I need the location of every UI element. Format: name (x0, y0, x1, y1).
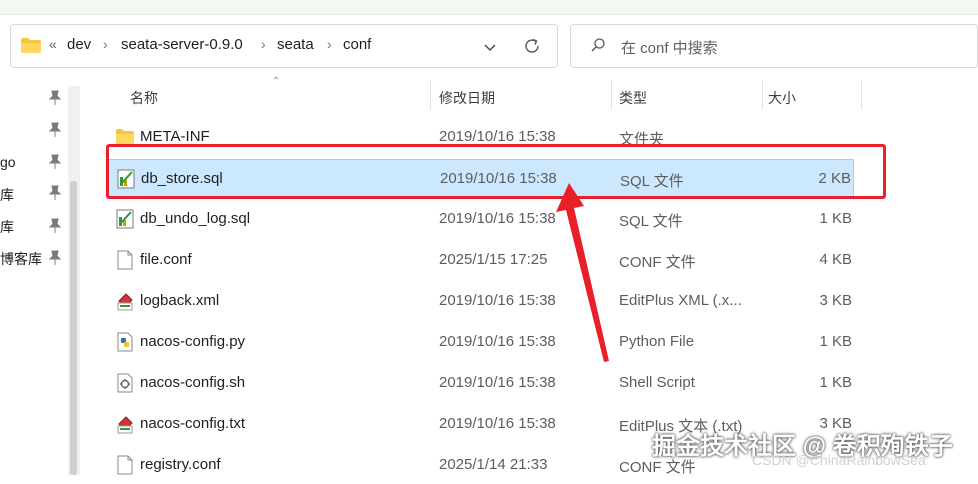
file-name: logback.xml (140, 292, 220, 309)
column-header-name-label: 名称 (130, 90, 158, 106)
column-header-date-label: 修改日期 (439, 90, 495, 106)
file-date: 2019/10/16 15:38 (439, 210, 556, 227)
file-date: 2019/10/16 15:38 (439, 292, 556, 309)
nav-item[interactable]: 库 (0, 217, 14, 237)
file-date: 2019/10/16 15:38 (439, 333, 556, 350)
file-row[interactable]: logback.xml 2019/10/16 15:38 EditPlus XML … (108, 282, 854, 320)
file-name: file.conf (140, 251, 192, 268)
folder-icon (21, 38, 41, 53)
file-row[interactable]: nacos-config.py 2019/10/16 15:38 Python Fi… (108, 323, 854, 361)
chevron-down-icon[interactable] (483, 41, 497, 55)
file-type: Python File (619, 333, 695, 350)
breadcrumb-separator-icon[interactable]: › (327, 36, 332, 52)
search-input[interactable]: 在 conf 中搜索 (621, 37, 718, 58)
pin-icon[interactable] (48, 154, 62, 170)
breadcrumb-conf[interactable]: conf (343, 36, 371, 53)
file-size: 1 KB (819, 333, 852, 350)
shell-file-icon (116, 373, 134, 393)
nav-item[interactable]: 博客库 (0, 249, 42, 269)
file-name: nacos-config.py (140, 333, 246, 350)
watermark-subtext: CSDN @ChinaRainbowSea (752, 452, 926, 468)
file-type: Shell Script (619, 374, 695, 391)
breadcrumb-overflow[interactable]: « (49, 36, 57, 52)
pin-icon[interactable] (48, 218, 62, 234)
refresh-icon[interactable] (523, 37, 541, 55)
pin-icon[interactable] (48, 250, 62, 266)
file-name: META-INF (140, 128, 210, 145)
sql-file-icon (116, 209, 134, 229)
file-date: 2025/1/14 21:33 (439, 456, 548, 473)
python-file-icon (116, 332, 134, 352)
file-date: 2019/10/16 15:38 (439, 128, 556, 145)
window-top-strip (0, 0, 978, 15)
file-size: 3 KB (819, 292, 852, 309)
editplus-file-icon (116, 291, 134, 311)
breadcrumb-dev[interactable]: dev (67, 36, 91, 53)
file-date: 2025/1/15 17:25 (439, 251, 548, 268)
file-type: SQL 文件 (619, 213, 683, 230)
pin-icon[interactable] (48, 185, 62, 201)
blank-file-icon (116, 455, 134, 475)
file-name: registry.conf (140, 456, 221, 473)
breadcrumb-seata[interactable]: seata (277, 36, 314, 53)
column-header-date[interactable]: 修改日期 (431, 80, 611, 110)
nav-item[interactable]: go (0, 154, 16, 170)
file-size: 1 KB (819, 374, 852, 391)
file-date: 2019/10/16 15:38 (439, 415, 556, 432)
column-divider[interactable] (861, 80, 862, 110)
search-box[interactable]: 在 conf 中搜索 (570, 24, 978, 68)
file-size: 1 KB (819, 210, 852, 227)
pin-icon[interactable] (48, 90, 62, 106)
breadcrumb-seata-server[interactable]: seata-server-0.9.0 (121, 36, 243, 53)
file-name: nacos-config.txt (140, 415, 246, 432)
nav-scrollbar[interactable] (68, 86, 80, 475)
column-header-name[interactable]: 名称 (120, 80, 430, 110)
file-type: CONF 文件 (619, 254, 696, 271)
editplus-file-icon (116, 414, 134, 434)
column-header-size[interactable]: 大小 (763, 80, 861, 110)
column-header-type-label: 类型 (619, 90, 647, 106)
file-name: db_undo_log.sql (140, 210, 251, 227)
file-name: nacos-config.sh (140, 374, 246, 391)
file-row[interactable]: file.conf 2025/1/15 17:25 CONF 文件 4 KB (108, 241, 854, 279)
nav-item[interactable]: 库 (0, 185, 14, 205)
file-size: 4 KB (819, 251, 852, 268)
file-date: 2019/10/16 15:38 (439, 374, 556, 391)
annotation-highlight-box (106, 144, 886, 199)
nav-scrollbar-thumb[interactable] (70, 181, 77, 475)
column-header-type[interactable]: 类型 (612, 80, 762, 110)
search-icon (591, 38, 605, 52)
breadcrumb-separator-icon[interactable]: › (261, 36, 266, 52)
blank-file-icon (116, 250, 134, 270)
pin-icon[interactable] (48, 122, 62, 138)
address-bar[interactable]: « dev › seata-server-0.9.0 › seata › con… (10, 24, 558, 68)
column-header-size-label: 大小 (768, 90, 796, 106)
breadcrumb-separator-icon[interactable]: › (103, 36, 108, 52)
file-type: EditPlus XML (.x... (619, 292, 742, 309)
file-row[interactable]: db_undo_log.sql 2019/10/16 15:38 SQL 文件 1 K… (108, 200, 854, 238)
file-row[interactable]: nacos-config.sh 2019/10/16 15:38 Shell Scr… (108, 364, 854, 402)
